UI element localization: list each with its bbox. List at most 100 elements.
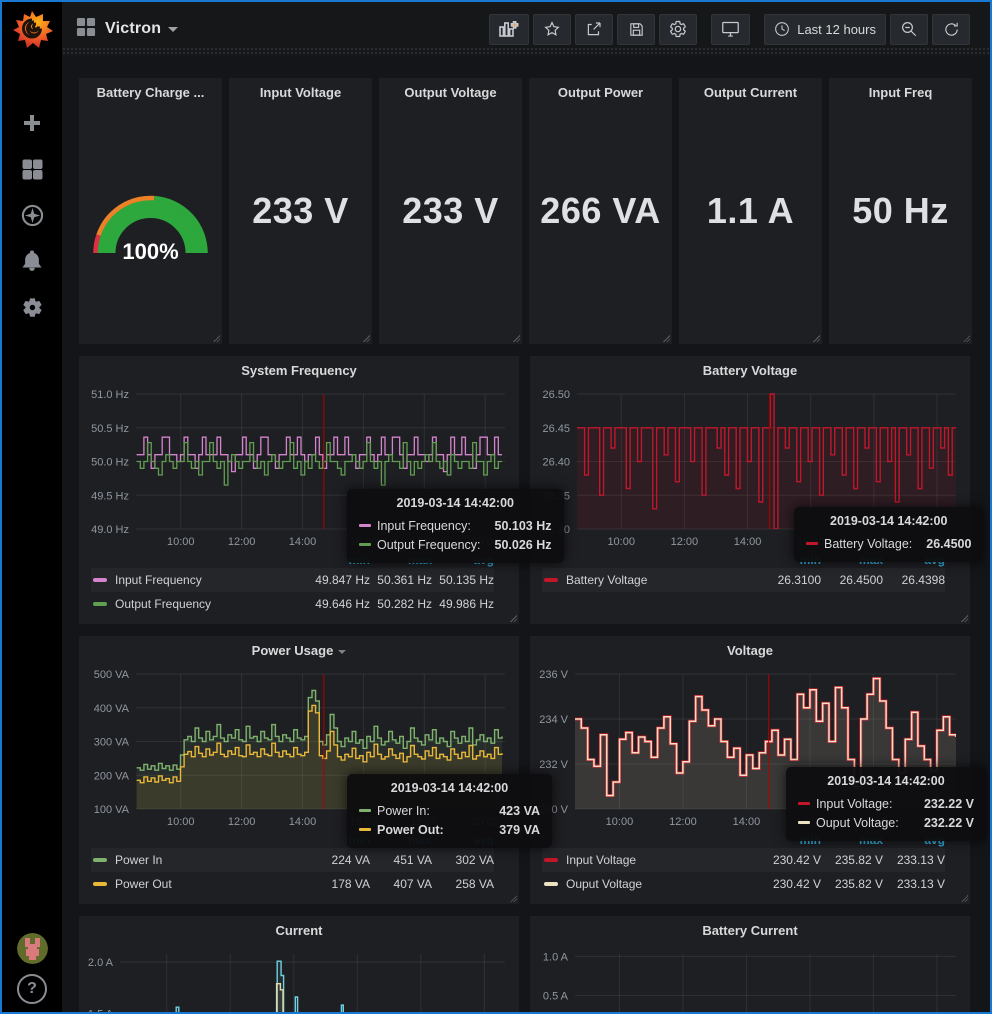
sidebar-item-explore[interactable]	[2, 192, 62, 238]
zoom-out-time-button[interactable]	[890, 14, 928, 45]
legend-value: 49.847 Hz	[308, 573, 370, 587]
legend-sort-min[interactable]: min	[308, 553, 370, 568]
gear-icon	[22, 297, 43, 318]
series-color-marker[interactable]	[93, 858, 107, 862]
add-panel-button[interactable]	[489, 14, 529, 45]
plus-icon	[22, 113, 42, 133]
legend-value: 451 VA	[370, 853, 432, 867]
legend-value: 235.82 V	[821, 877, 883, 891]
grafana-logo[interactable]	[2, 2, 62, 58]
chevron-down-icon	[168, 27, 178, 32]
panel-resize-handle[interactable]	[961, 895, 968, 902]
panel-title[interactable]: Input Freq	[829, 85, 972, 100]
sidebar: ?	[2, 2, 62, 1012]
series-label[interactable]: Battery Voltage	[566, 573, 759, 587]
legend-sort-avg[interactable]: avg	[432, 833, 494, 848]
legend-row: Power Out178 VA407 VA258 VA	[91, 872, 494, 896]
svg-text:26.35: 26.35	[542, 490, 570, 502]
panel-title[interactable]: System Frequency	[79, 363, 519, 378]
user-avatar[interactable]	[17, 933, 48, 964]
time-range-picker[interactable]: Last 12 hours	[764, 14, 886, 45]
save-dashboard-button[interactable]	[617, 14, 655, 45]
legend-sort-max[interactable]: max	[821, 833, 883, 848]
legend: minmaxavgPower In224 VA451 VA302 VAPower…	[91, 833, 494, 896]
sidebar-item-alerting[interactable]	[2, 238, 62, 284]
panel-title[interactable]: Output Current	[679, 85, 822, 100]
sidebar-item-configuration[interactable]	[2, 284, 62, 330]
series-label[interactable]: Power In	[115, 853, 308, 867]
legend-sort-min[interactable]: min	[308, 833, 370, 848]
panel-input-voltage-stat: Input Voltage 233 V	[229, 78, 372, 344]
svg-text:12:00: 12:00	[671, 536, 699, 548]
panel-title[interactable]: Current	[79, 923, 519, 938]
panel-resize-handle[interactable]	[510, 615, 517, 622]
panel-title[interactable]: Voltage	[530, 643, 970, 658]
legend-sort-max[interactable]: max	[370, 833, 432, 848]
series-label[interactable]: Ouput Voltage	[566, 877, 759, 891]
clock-icon	[774, 21, 790, 37]
legend-sort-avg[interactable]: avg	[883, 553, 945, 568]
legend-value: 258 VA	[432, 877, 494, 891]
svg-text:1.5 A: 1.5 A	[88, 1008, 114, 1014]
panel-resize-handle[interactable]	[663, 335, 670, 342]
series-label[interactable]: Output Frequency	[115, 597, 308, 611]
battery-charge-gauge: 100%	[79, 78, 222, 344]
series-color-marker[interactable]	[93, 882, 107, 886]
panel-resize-handle[interactable]	[961, 615, 968, 622]
panel-resize-handle[interactable]	[963, 335, 970, 342]
sidebar-item-create[interactable]	[2, 100, 62, 146]
series-label[interactable]: Input Frequency	[115, 573, 308, 587]
cycle-view-mode-button[interactable]	[711, 14, 750, 45]
panel-battery-current: 10:0012:0014:0016:0018:0020:001.0 A0.5 A…	[530, 916, 970, 1014]
gear-icon	[669, 20, 687, 38]
series-color-marker[interactable]	[93, 578, 107, 582]
panel-title[interactable]: Power Usage	[79, 643, 519, 658]
series-color-marker[interactable]	[544, 858, 558, 862]
panel-menu-caret-icon[interactable]	[338, 650, 346, 654]
legend-sort-min[interactable]: min	[759, 553, 821, 568]
panel-title[interactable]: Battery Voltage	[530, 363, 970, 378]
svg-text:234 V: 234 V	[539, 714, 568, 726]
panel-output-voltage-stat: Output Voltage 233 V	[379, 78, 522, 344]
panel-title[interactable]: Battery Charge ...	[79, 85, 222, 100]
legend-value: 26.4398	[883, 573, 945, 587]
panel-resize-handle[interactable]	[513, 335, 520, 342]
refresh-button[interactable]	[932, 14, 970, 45]
grid-lines: 10:0012:0014:0016:0018:0020:001.0 A0.5 A…	[543, 951, 956, 1014]
panel-resize-handle[interactable]	[213, 335, 220, 342]
panel-resize-handle[interactable]	[813, 335, 820, 342]
legend-row: Ouput Voltage230.42 V235.82 V233.13 V	[542, 872, 945, 896]
help-button[interactable]: ?	[17, 974, 47, 1004]
legend-sort-max[interactable]: max	[821, 553, 883, 568]
legend-sort-avg[interactable]: avg	[883, 833, 945, 848]
help-icon: ?	[27, 980, 37, 998]
add-panel-icon	[499, 21, 519, 37]
legend-sort-min[interactable]: min	[759, 833, 821, 848]
panel-resize-handle[interactable]	[510, 895, 517, 902]
panel-resize-handle[interactable]	[363, 335, 370, 342]
panel-title[interactable]: Input Voltage	[229, 85, 372, 100]
legend-sort-max[interactable]: max	[370, 553, 432, 568]
dashboard-settings-button[interactable]	[659, 14, 697, 45]
dashboard-grid: Battery Charge ... 100% Input Voltage 23…	[62, 56, 990, 1012]
svg-text:50.0 Hz: 50.0 Hz	[91, 457, 129, 469]
series-color-marker[interactable]	[93, 602, 107, 606]
dashboard-title-dropdown[interactable]: Victron	[105, 20, 178, 38]
panel-title[interactable]: Battery Current	[530, 923, 970, 938]
legend-row: Input Voltage230.42 V235.82 V233.13 V	[542, 848, 945, 872]
star-icon	[543, 20, 561, 38]
legend-sort-avg[interactable]: avg	[432, 553, 494, 568]
series-color-marker[interactable]	[544, 578, 558, 582]
series-label[interactable]: Input Voltage	[566, 853, 759, 867]
legend-value: 178 VA	[308, 877, 370, 891]
svg-text:300 VA: 300 VA	[94, 737, 130, 749]
star-dashboard-button[interactable]	[533, 14, 571, 45]
share-dashboard-button[interactable]	[575, 14, 613, 45]
panel-title[interactable]: Output Power	[529, 85, 672, 100]
panel-title[interactable]: Output Voltage	[379, 85, 522, 100]
series-color-marker[interactable]	[544, 882, 558, 886]
series-label[interactable]: Power Out	[115, 877, 308, 891]
svg-text:49.0 Hz: 49.0 Hz	[91, 524, 129, 536]
sidebar-item-dashboards[interactable]	[2, 146, 62, 192]
legend-value: 26.3100	[759, 573, 821, 587]
